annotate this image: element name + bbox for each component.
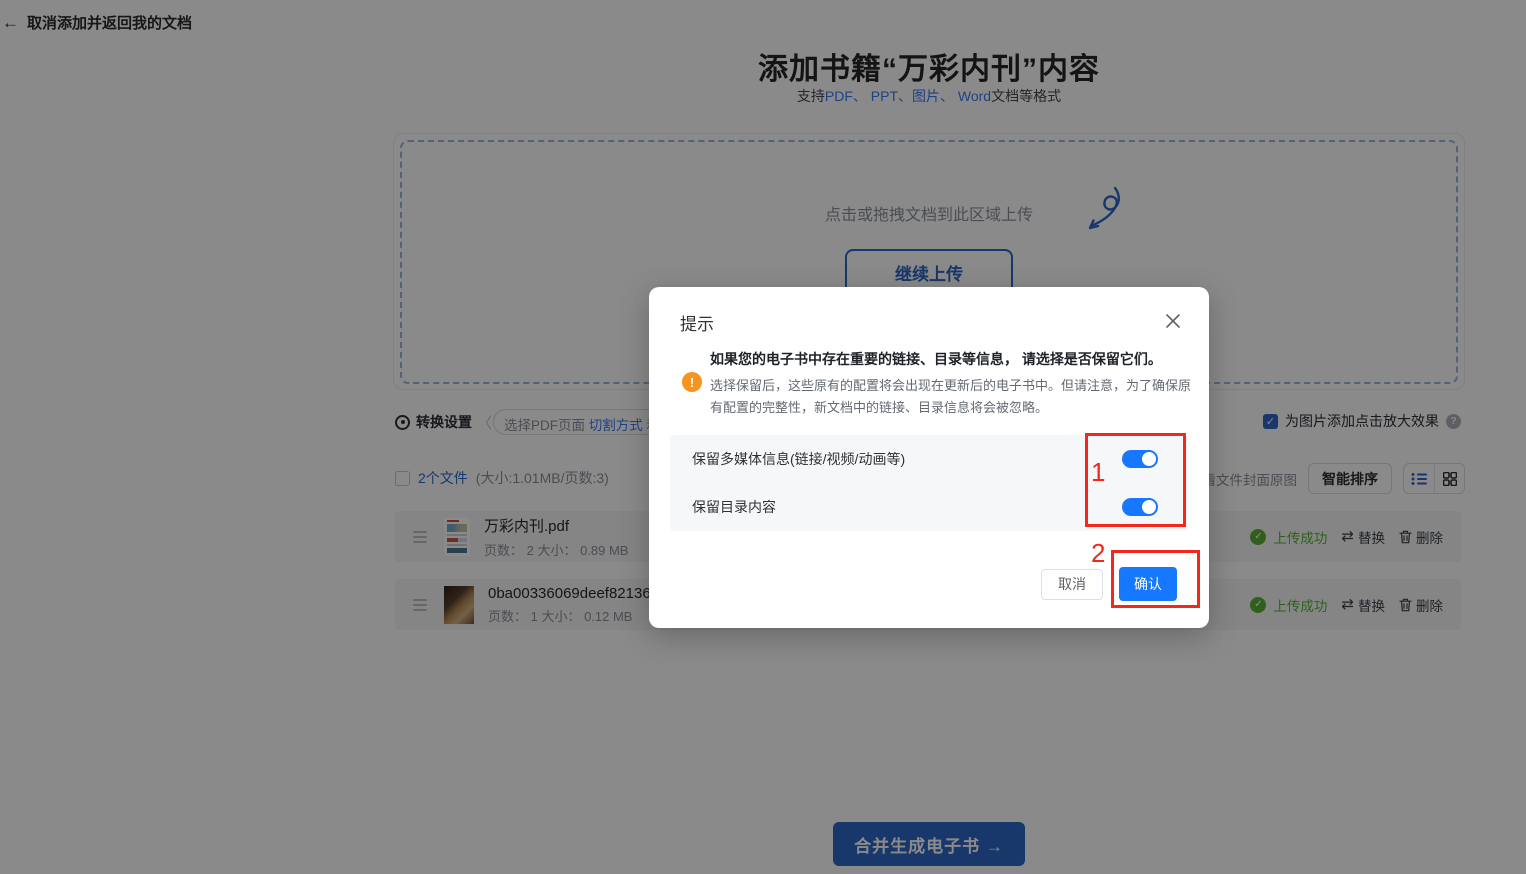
toggle-label: 保留多媒体信息(链接/视频/动画等) <box>692 449 905 469</box>
toggle-label: 保留目录内容 <box>692 497 776 517</box>
app-screen: ← 取消添加并返回我的文档 添加书籍“万彩内刊”内容 支持PDF、 PPT、图片… <box>0 0 1526 874</box>
dialog-title: 提示 <box>680 310 714 335</box>
warning-icon: ! <box>682 372 702 392</box>
close-icon[interactable] <box>1163 311 1183 331</box>
annotation-number-1: 1 <box>1091 457 1105 488</box>
annotation-number-2: 2 <box>1091 538 1105 569</box>
dialog-message-bold: 如果您的电子书中存在重要的链接、目录等信息， 请选择是否保留它们。 <box>710 349 1190 369</box>
annotation-box-2 <box>1111 550 1200 608</box>
cancel-button[interactable]: 取消 <box>1041 569 1103 600</box>
dialog-message-detail: 有配置的完整性，新文档中的链接、目录信息将会被忽略。 <box>710 397 1190 416</box>
dialog-message-detail: 选择保留后，这些原有的配置将会出现在更新后的电子书中。但请注意，为了确保原 <box>710 375 1190 394</box>
